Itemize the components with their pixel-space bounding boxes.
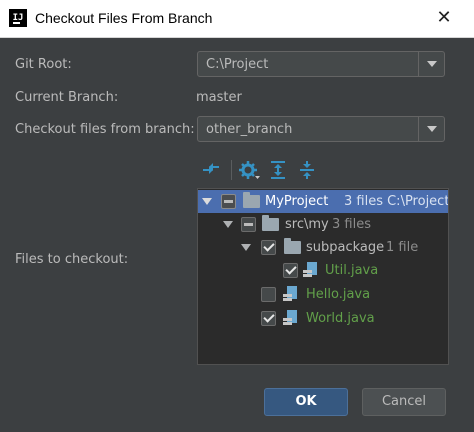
expand-all-icon[interactable] xyxy=(268,160,288,180)
intellij-app-icon: IJ xyxy=(9,9,27,27)
expand-arrow-icon[interactable] xyxy=(223,221,233,228)
ok-button[interactable]: OK xyxy=(264,388,348,416)
settings-gear-icon[interactable] xyxy=(239,160,260,180)
tree-item-name: Util.java xyxy=(325,263,379,278)
checkout-branch-value: other_branch xyxy=(206,122,293,137)
git-root-combo[interactable]: C:\Project xyxy=(197,51,445,77)
expand-diff-icon[interactable] xyxy=(201,160,221,180)
chevron-down-icon[interactable] xyxy=(418,117,444,141)
tree-row-subpackage[interactable]: subpackage 1 file xyxy=(198,236,448,259)
checkbox-src-my[interactable] xyxy=(241,217,256,232)
checkbox-subpackage[interactable] xyxy=(261,240,276,255)
chevron-down-icon[interactable] xyxy=(418,52,444,76)
checkbox-myproject[interactable] xyxy=(221,194,236,209)
tree-item-name: subpackage xyxy=(306,240,385,255)
tree-item-name: World.java xyxy=(306,311,375,326)
folder-icon xyxy=(284,238,301,254)
java-file-icon xyxy=(283,310,299,327)
tree-item-meta: 3 files C:\Project xyxy=(344,194,449,209)
window-title: Checkout Files From Branch xyxy=(35,10,213,26)
current-branch-label: Current Branch: xyxy=(15,90,119,105)
expand-arrow-icon[interactable] xyxy=(202,198,212,205)
git-root-value: C:\Project xyxy=(206,57,269,72)
tree-row-hello-java[interactable]: Hello.java xyxy=(198,283,448,306)
tree-item-name: Hello.java xyxy=(306,287,371,302)
checkbox-util-java[interactable] xyxy=(283,263,298,278)
tree-row-util-java[interactable]: Util.java xyxy=(198,259,448,282)
tree-row-src-my[interactable]: src\my 3 files xyxy=(198,213,448,236)
tree-item-name: MyProject xyxy=(265,194,329,209)
tree-item-name: src\my xyxy=(285,217,329,232)
java-file-icon xyxy=(283,286,299,303)
title-bar: IJ Checkout Files From Branch ✕ xyxy=(0,0,474,38)
collapse-all-icon[interactable] xyxy=(297,160,317,180)
close-button[interactable]: ✕ xyxy=(434,8,454,28)
tree-item-meta: 1 file xyxy=(386,240,419,255)
checkbox-world-java[interactable] xyxy=(261,311,276,326)
folder-icon xyxy=(262,215,279,231)
checkout-branch-label: Checkout files from branch: xyxy=(15,122,195,137)
cancel-button[interactable]: Cancel xyxy=(362,388,446,416)
java-file-icon xyxy=(303,262,319,279)
tree-item-meta: 3 files xyxy=(332,217,371,232)
files-to-checkout-label: Files to checkout: xyxy=(15,252,129,267)
git-root-label: Git Root: xyxy=(15,57,72,72)
checkout-branch-combo[interactable]: other_branch xyxy=(197,116,445,142)
toolbar-separator xyxy=(231,160,232,180)
checkbox-hello-java[interactable] xyxy=(261,287,276,302)
tree-row-myproject[interactable]: MyProject 3 files C:\Project xyxy=(198,190,448,213)
current-branch-value: master xyxy=(196,90,242,105)
tree-row-world-java[interactable]: World.java xyxy=(198,307,448,330)
folder-icon xyxy=(243,192,260,208)
expand-arrow-icon[interactable] xyxy=(241,244,251,251)
file-tree[interactable]: MyProject 3 files C:\Project src\my 3 fi… xyxy=(197,188,449,365)
